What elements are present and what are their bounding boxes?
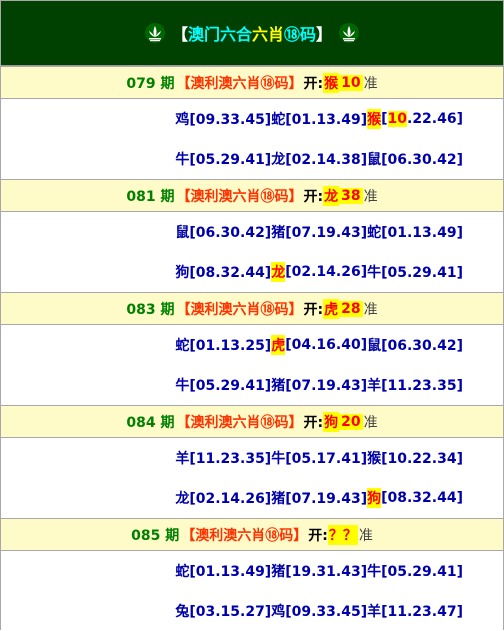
prediction-item: 龙[02.14.26] xyxy=(175,491,272,507)
prediction-item: 猪[07.19.43] xyxy=(271,225,368,241)
hit-zodiac: 虎 xyxy=(271,335,286,355)
hit-zodiac: 龙 xyxy=(271,262,286,282)
prediction-rows: 鸡[09.33.45] 蛇[01.13.49] 猴 [ 10 .22.46] 牛… xyxy=(1,99,503,179)
prediction-row: 牛[05.29.41] 猪[07.19.43] 羊[11.23.35] xyxy=(1,365,503,405)
prediction-item: 蛇[01.13.49] xyxy=(367,225,463,241)
prediction-row: 鸡[09.33.45] 蛇[01.13.49] 猴 [ 10 .22.46] xyxy=(1,99,503,139)
section-header: 079 期 【澳利澳六肖⑱码】 开: 猴 10 准 xyxy=(1,66,503,99)
result-zodiac: 狗 xyxy=(323,411,340,432)
accuracy-mark: 准 xyxy=(358,527,373,544)
prediction-item: .22.46] xyxy=(407,111,463,127)
macau-lotus-icon xyxy=(144,23,165,43)
section-label: 【澳利澳六肖⑱码】 xyxy=(176,414,303,431)
result-prefix: 开: xyxy=(303,414,324,431)
prediction-row: 鼠[06.30.42] 猪[07.19.43] 蛇[01.13.49] xyxy=(1,212,503,252)
period-number: 083 期 xyxy=(126,301,175,318)
prediction-item: 羊[11.23.47] xyxy=(367,604,463,620)
prediction-item: 蛇[01.13.49] xyxy=(271,112,368,128)
prediction-item: 狗[08.32.44] xyxy=(175,265,272,281)
prediction-rows: 鼠[06.30.42] 猪[07.19.43] 蛇[01.13.49] 狗[08… xyxy=(1,212,503,292)
prediction-item: 鸡[09.33.45] xyxy=(271,604,368,620)
result-number: 38 xyxy=(339,187,363,204)
result-number: 20 xyxy=(339,413,363,430)
result-zodiac: 虎 xyxy=(323,298,340,319)
prediction-item: 牛[05.29.41] xyxy=(175,378,272,394)
prediction-row: 龙[02.14.26] 猪[07.19.43] 狗 [08.32.44] xyxy=(1,478,503,518)
result-zodiac: ？？ xyxy=(327,524,358,545)
prediction-item: 鸡[09.33.45] xyxy=(175,112,272,128)
period-number: 084 期 xyxy=(126,414,175,431)
prediction-rows: 蛇[01.13.25] 虎 [04.16.40] 鼠[06.30.42] 牛[0… xyxy=(1,325,503,405)
prediction-item: 龙[02.14.38] xyxy=(271,152,368,168)
page-header: 【 澳门六合 六肖 ⑱码 】 xyxy=(1,1,503,66)
title-part-2: 六肖 xyxy=(251,25,284,44)
result-prefix: 开: xyxy=(303,75,324,92)
prediction-rows: 羊[11.23.35] 牛[05.17.41] 猴[10.22.34] 龙[02… xyxy=(1,438,503,518)
prediction-item: 鼠[06.30.42] xyxy=(175,225,272,241)
prediction-row: 兔[03.15.27] 鸡[09.33.45] 羊[11.23.47] xyxy=(1,591,503,631)
result-prefix: 开: xyxy=(303,301,324,318)
prediction-item: 牛[05.29.41] xyxy=(367,265,463,281)
title-bracket-close: 】 xyxy=(316,25,333,44)
prediction-item: 牛[05.29.41] xyxy=(175,152,272,168)
prediction-row: 蛇[01.13.25] 虎 [04.16.40] 鼠[06.30.42] xyxy=(1,325,503,365)
period-number: 085 期 xyxy=(131,527,180,544)
result-zodiac: 猴 xyxy=(323,72,340,93)
section-header: 081 期 【澳利澳六肖⑱码】 开: 龙 38 准 xyxy=(1,179,503,212)
result-number: 10 xyxy=(339,74,363,91)
section-label: 【澳利澳六肖⑱码】 xyxy=(181,527,308,544)
prediction-item: [08.32.44] xyxy=(381,490,463,506)
hit-zodiac: 狗 xyxy=(367,488,382,508)
prediction-item: 猪[19.31.43] xyxy=(271,564,368,580)
prediction-item: 兔[03.15.27] xyxy=(175,604,272,620)
section-label: 【澳利澳六肖⑱码】 xyxy=(176,188,303,205)
period-number: 079 期 xyxy=(126,75,175,92)
prediction-item: 羊[11.23.35] xyxy=(175,451,272,467)
page-title: 【 澳门六合 六肖 ⑱码 】 xyxy=(172,21,332,45)
section-label: 【澳利澳六肖⑱码】 xyxy=(176,301,303,318)
prediction-item: [04.16.40] xyxy=(285,337,368,353)
hit-number: 10 xyxy=(387,111,407,127)
prediction-item: 鼠[06.30.42] xyxy=(367,152,463,168)
prediction-item: 猪[07.19.43] xyxy=(271,378,368,394)
section-header: 083 期 【澳利澳六肖⑱码】 开: 虎 28 准 xyxy=(1,292,503,325)
period-number: 081 期 xyxy=(126,188,175,205)
title-bracket-open: 【 xyxy=(171,25,188,44)
prediction-item: [02.14.26] xyxy=(285,264,368,280)
title-part-1: 澳门六合 xyxy=(187,25,252,44)
prediction-item: 猪[07.19.43] xyxy=(271,491,368,507)
prediction-item: 鼠[06.30.42] xyxy=(367,338,463,354)
accuracy-mark: 准 xyxy=(363,414,378,431)
result-prefix: 开: xyxy=(303,188,324,205)
title-part-3: ⑱码 xyxy=(284,25,317,44)
prediction-row: 牛[05.29.41] 龙[02.14.38] 鼠[06.30.42] xyxy=(1,139,503,179)
section-header: 085 期 【澳利澳六肖⑱码】 开: ？？ 准 xyxy=(1,518,503,551)
macau-lotus-icon xyxy=(339,23,360,43)
prediction-row: 狗[08.32.44] 龙 [02.14.26] 牛[05.29.41] xyxy=(1,252,503,292)
prediction-rows: 蛇[01.13.49] 猪[19.31.43] 牛[05.29.41] 兔[03… xyxy=(1,551,503,631)
prediction-row: 蛇[01.13.49] 猪[19.31.43] 牛[05.29.41] xyxy=(1,551,503,591)
prediction-item: 牛[05.29.41] xyxy=(367,564,463,580)
prediction-item: 牛[05.17.41] xyxy=(271,451,368,467)
accuracy-mark: 准 xyxy=(363,188,378,205)
prediction-item: 蛇[01.13.49] xyxy=(175,564,272,580)
result-number: 28 xyxy=(339,300,363,317)
prediction-item: 羊[11.23.35] xyxy=(367,378,463,394)
prediction-row: 羊[11.23.35] 牛[05.17.41] 猴[10.22.34] xyxy=(1,438,503,478)
page: 【 澳门六合 六肖 ⑱码 】 079 期 【澳利澳六肖⑱码】 开: 猴 10 准… xyxy=(0,0,504,631)
result-zodiac: 龙 xyxy=(323,185,340,206)
accuracy-mark: 准 xyxy=(363,301,378,318)
section-header: 084 期 【澳利澳六肖⑱码】 开: 狗 20 准 xyxy=(1,405,503,438)
accuracy-mark: 准 xyxy=(363,75,378,92)
prediction-item: 猴[10.22.34] xyxy=(367,451,463,467)
hit-zodiac: 猴 xyxy=(367,109,382,129)
result-prefix: 开: xyxy=(308,527,328,544)
section-label: 【澳利澳六肖⑱码】 xyxy=(176,75,303,92)
prediction-item: 蛇[01.13.25] xyxy=(175,338,272,354)
